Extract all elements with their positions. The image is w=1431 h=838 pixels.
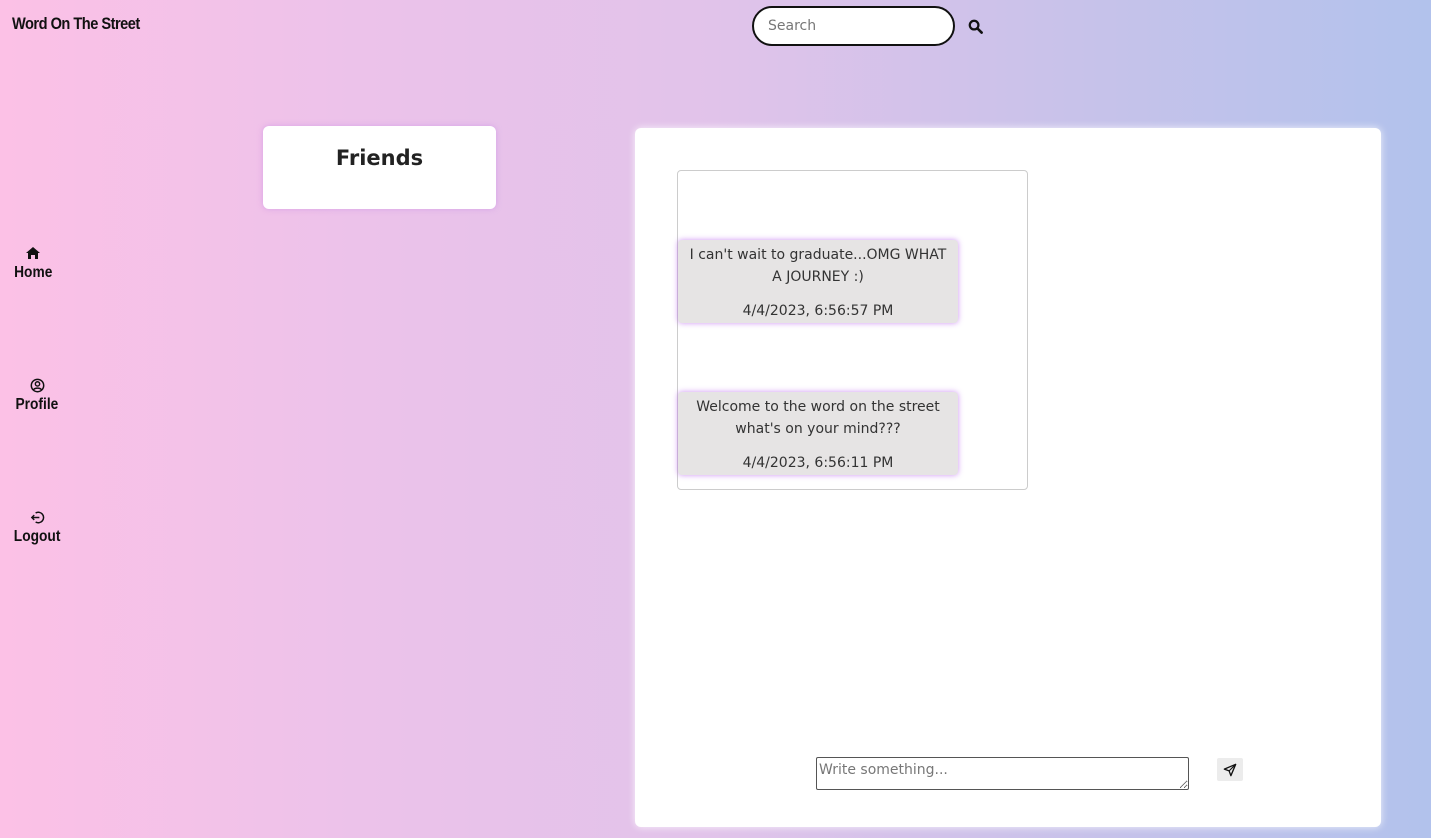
- post-input[interactable]: [816, 757, 1189, 790]
- friends-panel: Friends: [263, 126, 496, 209]
- friends-title: Friends: [335, 146, 424, 170]
- post-feed[interactable]: I can't wait to graduate...OMG WHAT A JO…: [677, 170, 1028, 490]
- search-bar: [752, 6, 987, 46]
- user-circle-icon: [30, 376, 45, 394]
- post-text: Welcome to the word on the street what's…: [696, 399, 940, 437]
- sidebar-item-label: Logout: [13, 528, 61, 545]
- logout-icon: [30, 508, 45, 526]
- sidebar-item-home[interactable]: Home: [8, 244, 58, 282]
- post-timestamp: 4/4/2023, 6:56:11 PM: [742, 455, 894, 471]
- search-input[interactable]: [752, 6, 955, 46]
- search-button[interactable]: [963, 14, 987, 38]
- compose-box: [816, 757, 1189, 794]
- home-icon: [25, 244, 41, 262]
- send-button[interactable]: [1217, 758, 1243, 781]
- brand-logo[interactable]: Word On The Street: [12, 14, 140, 34]
- main-panel: I can't wait to graduate...OMG WHAT A JO…: [635, 128, 1381, 827]
- sidebar-item-logout[interactable]: Logout: [12, 508, 62, 546]
- post-text: I can't wait to graduate...OMG WHAT A JO…: [689, 247, 947, 285]
- search-icon: [968, 19, 983, 34]
- post-card: I can't wait to graduate...OMG WHAT A JO…: [678, 240, 958, 323]
- post-timestamp: 4/4/2023, 6:56:57 PM: [742, 303, 894, 319]
- sidebar-item-label: Home: [13, 264, 53, 281]
- sidebar-item-profile[interactable]: Profile: [12, 376, 62, 414]
- post-card: Welcome to the word on the street what's…: [678, 392, 958, 475]
- sidebar-item-label: Profile: [15, 396, 59, 413]
- send-icon: [1223, 763, 1237, 776]
